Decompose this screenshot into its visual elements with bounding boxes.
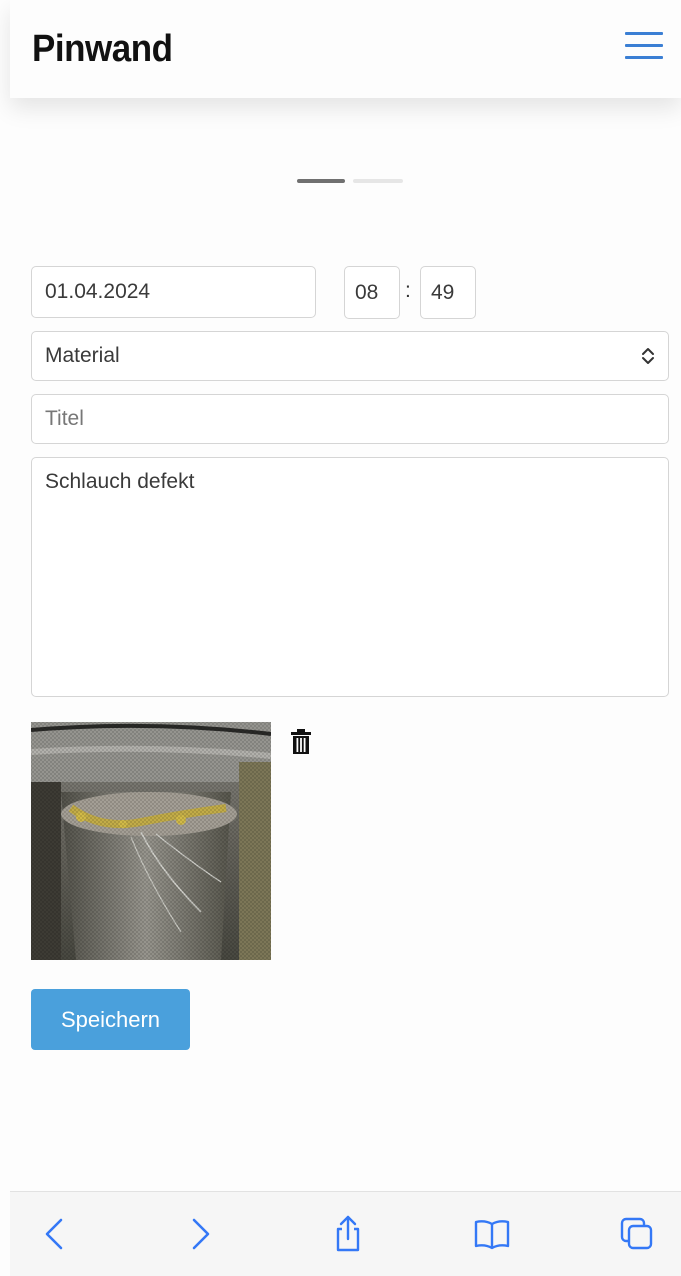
browser-toolbar [10,1191,681,1276]
date-input[interactable]: 01.04.2024 [31,266,316,318]
share-icon[interactable] [328,1214,368,1254]
tabs-icon[interactable] [617,1214,657,1254]
minute-value: 49 [431,280,455,304]
time-separator: : [405,279,411,302]
app-header: Pinwand [10,0,681,98]
date-value: 01.04.2024 [45,280,151,303]
hour-value: 08 [355,280,379,304]
page-title: Pinwand [32,28,173,70]
save-button[interactable]: Speichern [31,989,190,1050]
page-indicator-dot[interactable] [353,179,403,183]
chevron-up-down-icon [642,348,654,364]
description-textarea[interactable]: Schlauch defekt [31,457,669,697]
title-placeholder: Titel [45,407,84,430]
hamburger-menu-icon[interactable] [625,32,663,60]
category-selected-value: Material [45,344,120,367]
page-indicator-dot-active[interactable] [297,179,345,183]
bookmarks-icon[interactable] [472,1214,512,1254]
trash-icon[interactable] [290,729,312,755]
minute-input[interactable]: 49 [420,266,476,319]
category-select[interactable]: Material [31,331,669,381]
photo-thumbnail[interactable] [31,722,271,960]
photo-image [31,722,271,960]
forward-arrow-icon[interactable] [180,1214,220,1254]
title-input[interactable]: Titel [31,394,669,444]
hour-input[interactable]: 08 [344,266,400,319]
back-arrow-icon[interactable] [35,1214,75,1254]
description-value: Schlauch defekt [45,470,195,493]
